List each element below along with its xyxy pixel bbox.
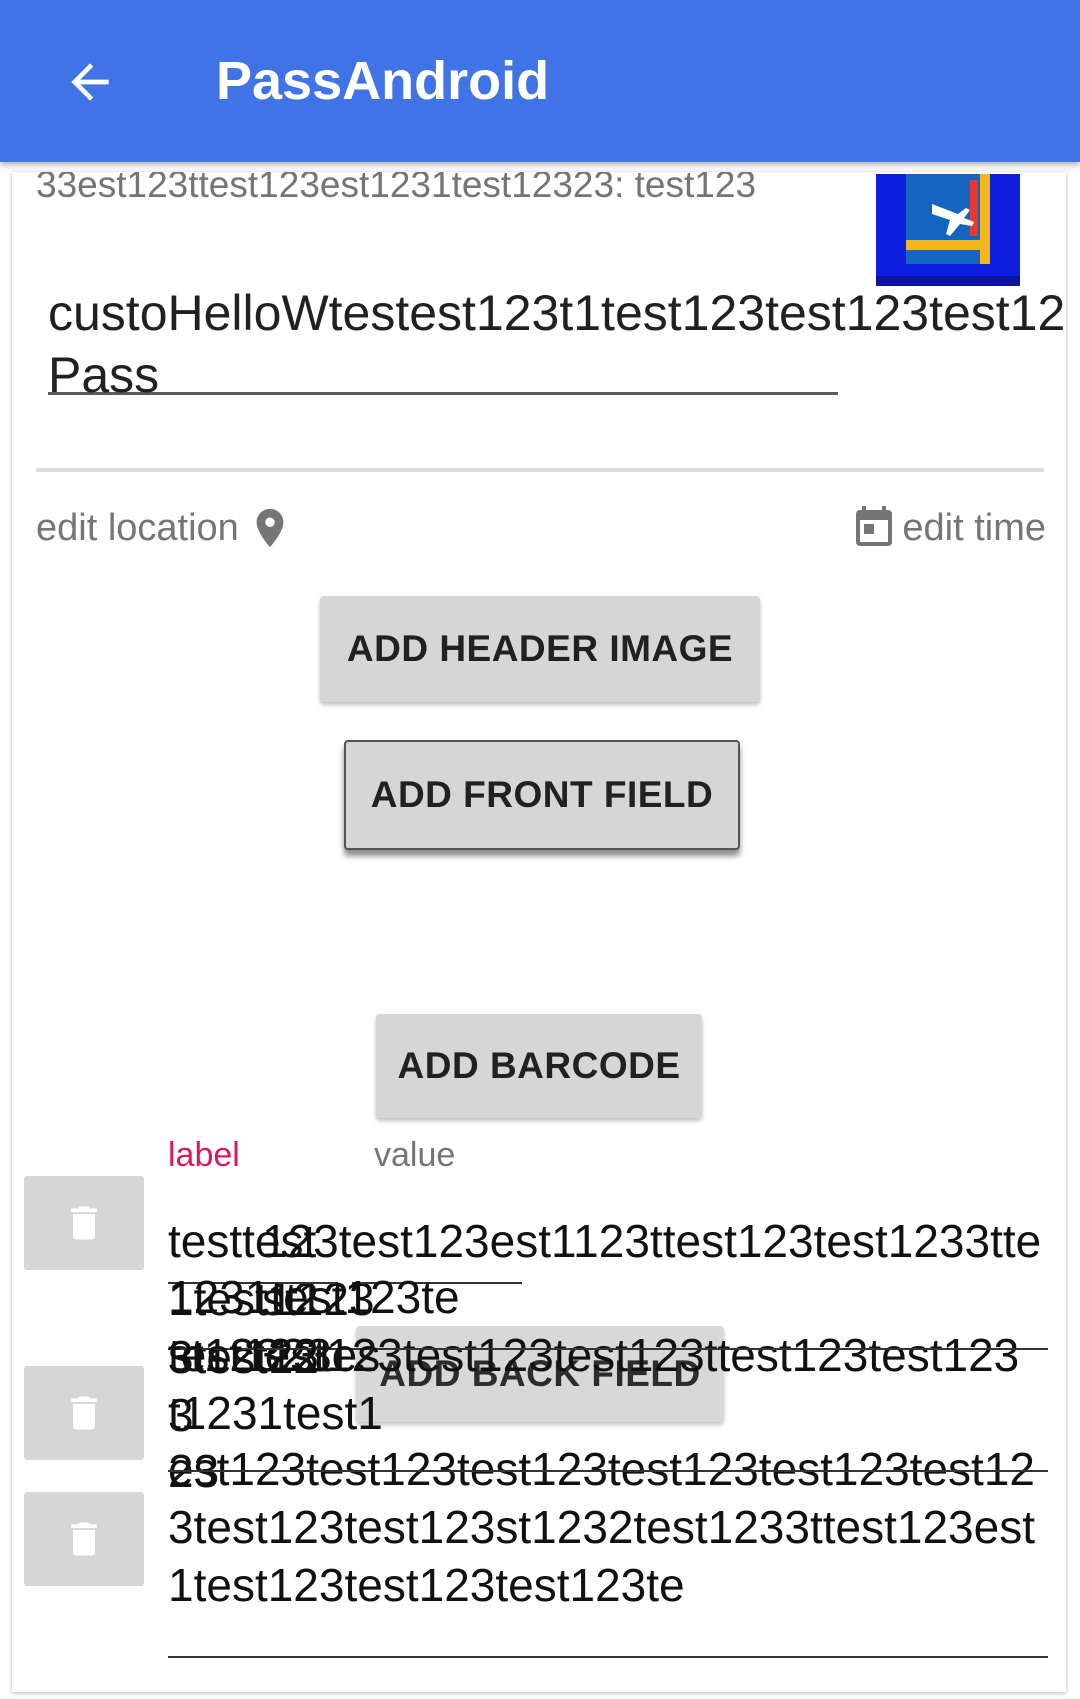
pass-thumbnail[interactable] xyxy=(876,174,1020,286)
field-underline xyxy=(168,1656,1048,1658)
field-value-hint: value xyxy=(374,1136,456,1174)
delete-field-button[interactable] xyxy=(24,1366,144,1460)
field-underline xyxy=(168,1470,1048,1472)
back-button[interactable] xyxy=(52,44,128,120)
pass-edit-card: 33est123ttest123est1231test12323: test12… xyxy=(12,172,1066,1692)
trash-icon xyxy=(71,1522,97,1556)
pass-title-input[interactable]: custoHelloWtestest123t1test123test123tes… xyxy=(48,282,1066,403)
delete-field-button[interactable] xyxy=(24,1176,144,1270)
field-label-hint: label xyxy=(168,1136,240,1174)
pass-description: 33est123ttest123est1231test12323: test12… xyxy=(36,172,757,205)
add-header-image-button[interactable]: ADD HEADER IMAGE xyxy=(320,596,760,702)
airplane-ticket-icon xyxy=(876,174,1020,286)
edit-location[interactable]: edit location xyxy=(36,498,293,558)
delete-field-button[interactable] xyxy=(24,1492,144,1586)
trash-icon xyxy=(71,1206,97,1240)
app-title: PassAndroid xyxy=(216,51,550,111)
trash-icon xyxy=(71,1396,97,1430)
arrow-left-icon xyxy=(71,63,109,101)
edit-location-label: edit location xyxy=(36,506,239,549)
calendar-icon xyxy=(856,506,893,546)
app-bar: PassAndroid xyxy=(0,0,1080,162)
add-barcode-button[interactable]: ADD BARCODE xyxy=(376,1014,702,1118)
divider xyxy=(36,468,1044,472)
edit-time[interactable]: edit time xyxy=(850,498,1046,558)
map-pin-icon xyxy=(256,508,284,548)
field-value-input[interactable]: est123test123test123test123test123test12… xyxy=(168,1440,1048,1614)
add-front-field-button[interactable]: ADD FRONT FIELD xyxy=(344,740,740,850)
edit-time-label: edit time xyxy=(902,506,1046,549)
